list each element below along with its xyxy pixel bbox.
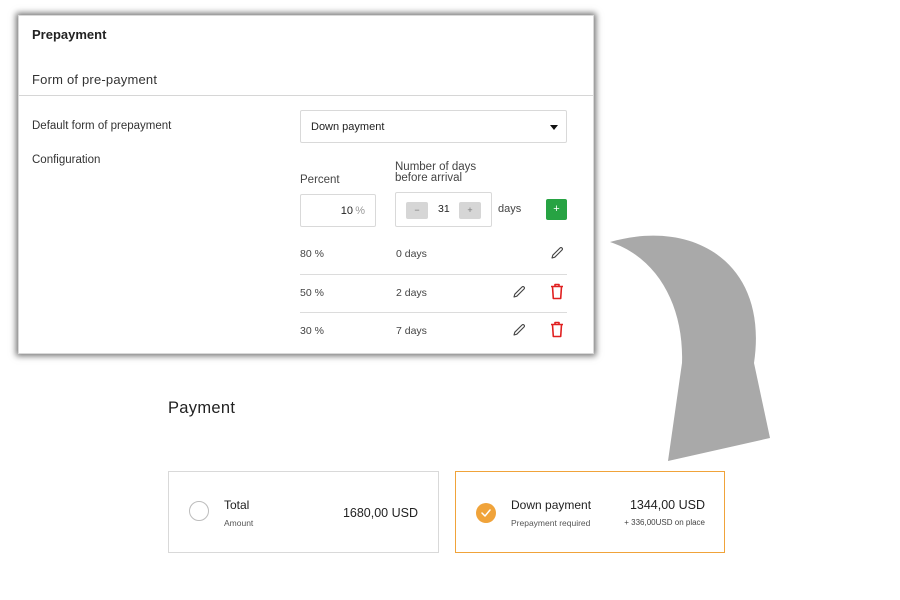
payment-title: Payment	[168, 399, 236, 417]
tier-days: 0 days	[396, 248, 427, 260]
tier-percent: 30 %	[300, 325, 324, 337]
decrement-button[interactable]: −	[406, 202, 428, 219]
tier-percent: 50 %	[300, 287, 324, 299]
prepayment-settings-card: Prepayment Form of pre-payment Default f…	[18, 15, 594, 354]
edit-icon[interactable]	[549, 245, 565, 261]
curved-arrow-icon	[610, 235, 770, 461]
days-before-label-line2: before arrival	[395, 172, 463, 184]
check-icon	[481, 509, 491, 517]
default-form-select[interactable]: Down payment	[300, 110, 567, 143]
tier-row: 30 % 7 days	[300, 312, 567, 350]
days-stepper[interactable]: − 31 +	[395, 192, 492, 227]
percent-input[interactable]: 10 %	[300, 194, 376, 227]
option-amount: 1344,00 USD	[629, 498, 705, 512]
days-before-arrival-label: Number of days before arrival	[395, 161, 505, 184]
tier-days: 7 days	[396, 325, 427, 337]
section-title: Form of pre-payment	[32, 72, 158, 87]
percent-label: Percent	[300, 174, 340, 186]
payment-option-down-payment[interactable]: Down payment Prepayment required 1344,00…	[455, 471, 725, 553]
tier-row: 80 % 0 days	[300, 236, 567, 274]
option-name: Total	[224, 498, 250, 512]
configuration-label: Configuration	[32, 154, 101, 166]
caret-down-icon	[550, 125, 558, 130]
default-form-label: Default form of prepayment	[32, 120, 172, 132]
option-subtitle: Prepayment required	[511, 518, 591, 528]
default-form-value: Down payment	[311, 121, 385, 133]
edit-icon[interactable]	[511, 322, 527, 338]
increment-button[interactable]: +	[459, 202, 481, 219]
option-name: Down payment	[511, 498, 592, 512]
delete-icon[interactable]	[550, 283, 564, 300]
tier-row: 50 % 2 days	[300, 274, 567, 312]
edit-icon[interactable]	[511, 284, 527, 300]
option-note: + 336,00USD on place	[624, 518, 705, 527]
section-divider	[19, 95, 593, 96]
percent-unit: %	[355, 205, 365, 217]
payment-option-total[interactable]: Total Amount 1680,00 USD	[168, 471, 439, 553]
radio-selected[interactable]	[476, 503, 496, 523]
option-amount: 1680,00 USD	[342, 506, 418, 520]
days-value: 31	[438, 203, 450, 215]
radio-unselected[interactable]	[189, 501, 209, 521]
tier-days: 2 days	[396, 287, 427, 299]
tier-percent: 80 %	[300, 248, 324, 260]
add-tier-button[interactable]: +	[546, 199, 567, 220]
days-unit: days	[498, 203, 522, 215]
card-title: Prepayment	[32, 27, 107, 42]
option-subtitle: Amount	[224, 518, 254, 528]
delete-icon[interactable]	[550, 321, 564, 338]
percent-value: 10	[340, 205, 353, 217]
